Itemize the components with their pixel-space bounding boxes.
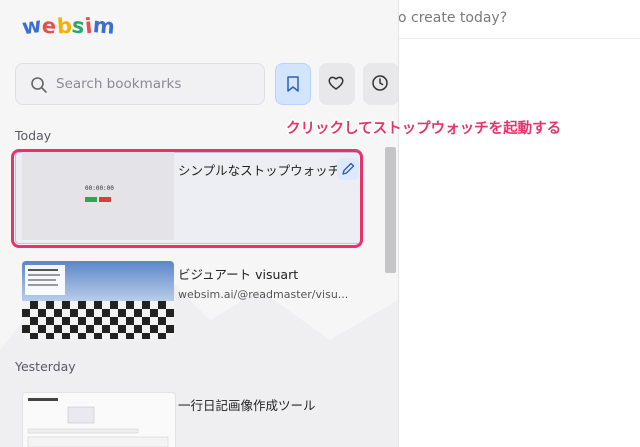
bookmark-title[interactable]: ビジュアート visuart bbox=[178, 264, 298, 283]
section-yesterday: Yesterday bbox=[15, 359, 76, 374]
section-today: Today bbox=[15, 128, 52, 143]
favorites-tab-button[interactable] bbox=[319, 63, 355, 105]
bookmark-icon bbox=[287, 76, 299, 92]
annotation-callout: クリックしてストップウォッチを起動する bbox=[286, 121, 562, 137]
scrollbar-thumb[interactable] bbox=[385, 147, 396, 273]
search-box[interactable] bbox=[15, 63, 265, 105]
clock-icon bbox=[372, 75, 388, 91]
bookmark-url[interactable]: websim.ai/@readmaster/visu... bbox=[178, 288, 350, 301]
checkerboard-thumbnail bbox=[22, 261, 174, 339]
highlight-frame bbox=[11, 149, 363, 248]
logo-letter: m bbox=[91, 13, 117, 39]
bookmark-title[interactable]: 一行日記画像作成ツール bbox=[178, 395, 316, 414]
bookmarks-panel: websim Today 00:00:00 シンプルなストップウォッチ bbox=[0, 0, 398, 447]
prompt-text: o create today? bbox=[398, 10, 508, 26]
thumbnail-visuart[interactable] bbox=[22, 261, 174, 339]
main-area: o create today? bbox=[398, 0, 640, 447]
form-thumbnail bbox=[27, 398, 169, 447]
search-icon bbox=[31, 77, 47, 93]
logo-letter: e bbox=[40, 13, 58, 39]
heart-icon bbox=[328, 76, 344, 90]
websim-logo[interactable]: websim bbox=[20, 13, 117, 40]
bookmarks-tab-button[interactable] bbox=[275, 63, 311, 105]
panel-divider bbox=[398, 0, 399, 447]
history-tab-button[interactable] bbox=[363, 63, 398, 105]
thumbnail-diary-tool[interactable] bbox=[22, 392, 176, 447]
prompt-bar[interactable]: o create today? bbox=[398, 0, 640, 39]
search-input[interactable] bbox=[56, 72, 256, 96]
